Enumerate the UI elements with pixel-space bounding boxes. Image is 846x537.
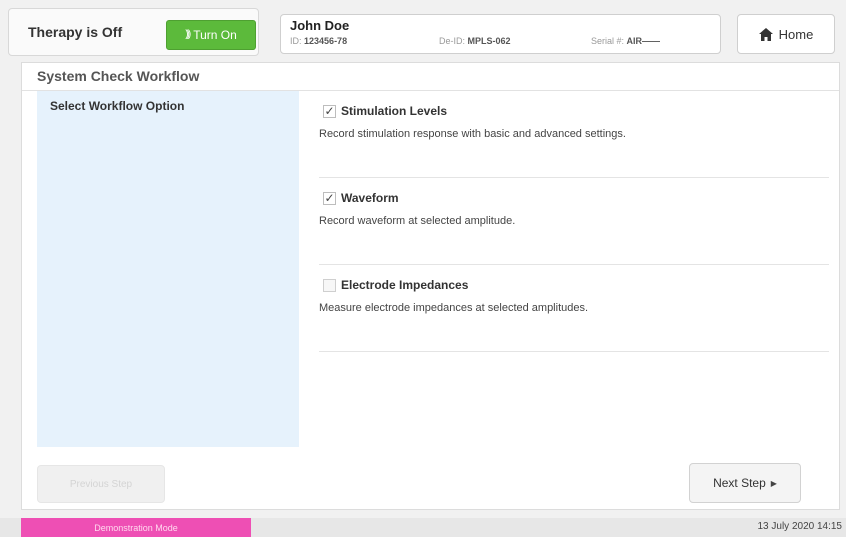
previous-step-button: Previous Step — [37, 465, 165, 503]
option-label: Electrode Impedances — [341, 278, 469, 292]
therapy-status-label: Therapy is Off — [28, 24, 123, 40]
option-label: Stimulation Levels — [341, 104, 448, 118]
workflow-option-list: ✓ Stimulation Levels Record stimulation … — [319, 91, 829, 352]
turn-on-label: Turn On — [193, 28, 237, 42]
sidebar-panel: Select Workflow Option — [37, 91, 299, 447]
workflow-card: System Check Workflow Select Workflow Op… — [21, 62, 840, 510]
play-arrow-icon: ▶ — [770, 478, 777, 488]
patient-info-panel: John Doe ID: 123456-78 De-ID: MPLS-062 S… — [280, 14, 721, 54]
home-button[interactable]: Home — [737, 14, 835, 54]
option-electrode-impedances[interactable]: Electrode Impedances Measure electrode i… — [319, 265, 829, 352]
turn-on-button[interactable]: ))) Turn On — [166, 20, 256, 50]
checkbox-stimulation-levels[interactable]: ✓ — [323, 105, 336, 118]
demonstration-mode-badge: Demonstration Mode — [21, 518, 251, 537]
option-stimulation-levels[interactable]: ✓ Stimulation Levels Record stimulation … — [319, 91, 829, 178]
option-description: Record waveform at selected amplitude. — [319, 215, 516, 227]
patient-deid: De-ID: MPLS-062 — [439, 36, 511, 46]
option-label: Waveform — [341, 191, 399, 205]
home-label: Home — [778, 26, 814, 42]
patient-serial: Serial #: AIR—— — [591, 36, 661, 46]
patient-id: ID: 123456-78 — [290, 36, 348, 46]
next-step-button[interactable]: Next Step ▶ — [689, 463, 801, 503]
page-title: System Check Workflow — [37, 68, 200, 84]
home-icon — [758, 27, 773, 41]
wireless-wave-icon: ))) — [185, 29, 191, 40]
patient-name: John Doe — [290, 18, 350, 33]
option-waveform[interactable]: ✓ Waveform Record waveform at selected a… — [319, 178, 829, 265]
option-description: Record stimulation response with basic a… — [319, 128, 626, 140]
checkbox-waveform[interactable]: ✓ — [323, 192, 336, 205]
option-description: Measure electrode impedances at selected… — [319, 302, 589, 314]
datetime-label: 13 July 2020 14:15 — [757, 521, 842, 532]
next-step-label: Next Step — [713, 476, 766, 490]
checkbox-electrode-impedances[interactable] — [323, 279, 336, 292]
sidebar-heading: Select Workflow Option — [50, 99, 185, 113]
